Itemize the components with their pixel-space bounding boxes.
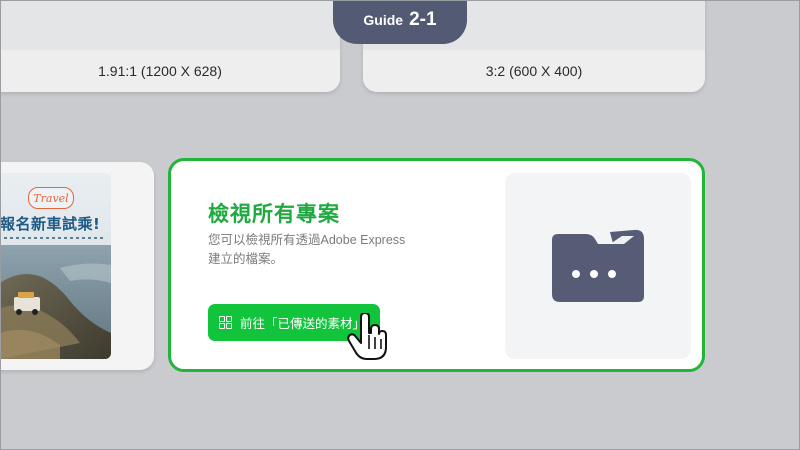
- card-description: 您可以檢視所有透過Adobe Express 建立的檔案。: [208, 231, 423, 269]
- travel-badge: Travel: [28, 187, 74, 209]
- guide-step-badge: Guide 2-1: [333, 0, 467, 44]
- card-title: 檢視所有專案: [208, 202, 340, 226]
- folder-more-icon: [552, 229, 644, 302]
- template-subtext: [4, 237, 104, 239]
- description-line: 您可以檢視所有透過Adobe Express: [208, 233, 406, 247]
- template-preview-card[interactable]: Travel 報名新車試乘!: [0, 162, 154, 370]
- size-option-label: 1.91:1 (1200 X 628): [0, 50, 340, 92]
- size-option-label: 3:2 (600 X 400): [363, 50, 705, 92]
- grid-icon: [219, 316, 232, 329]
- description-line: 建立的檔案。: [208, 252, 284, 266]
- size-option-card-1.91-1[interactable]: 1.91:1 (1200 X 628): [0, 0, 340, 92]
- folder-illustration-panel: [505, 173, 691, 359]
- size-option-preview: [0, 0, 340, 50]
- guide-step-number: 2-1: [409, 9, 437, 30]
- hand-pointer-cursor-icon: [347, 312, 391, 365]
- view-all-projects-card[interactable]: 檢視所有專案 您可以檢視所有透過Adobe Express 建立的檔案。 前往「…: [168, 158, 705, 372]
- template-thumbnail: Travel 報名新車試乘!: [0, 173, 111, 359]
- template-headline: 報名新車試乘!: [0, 215, 101, 233]
- guide-label: Guide: [363, 12, 404, 28]
